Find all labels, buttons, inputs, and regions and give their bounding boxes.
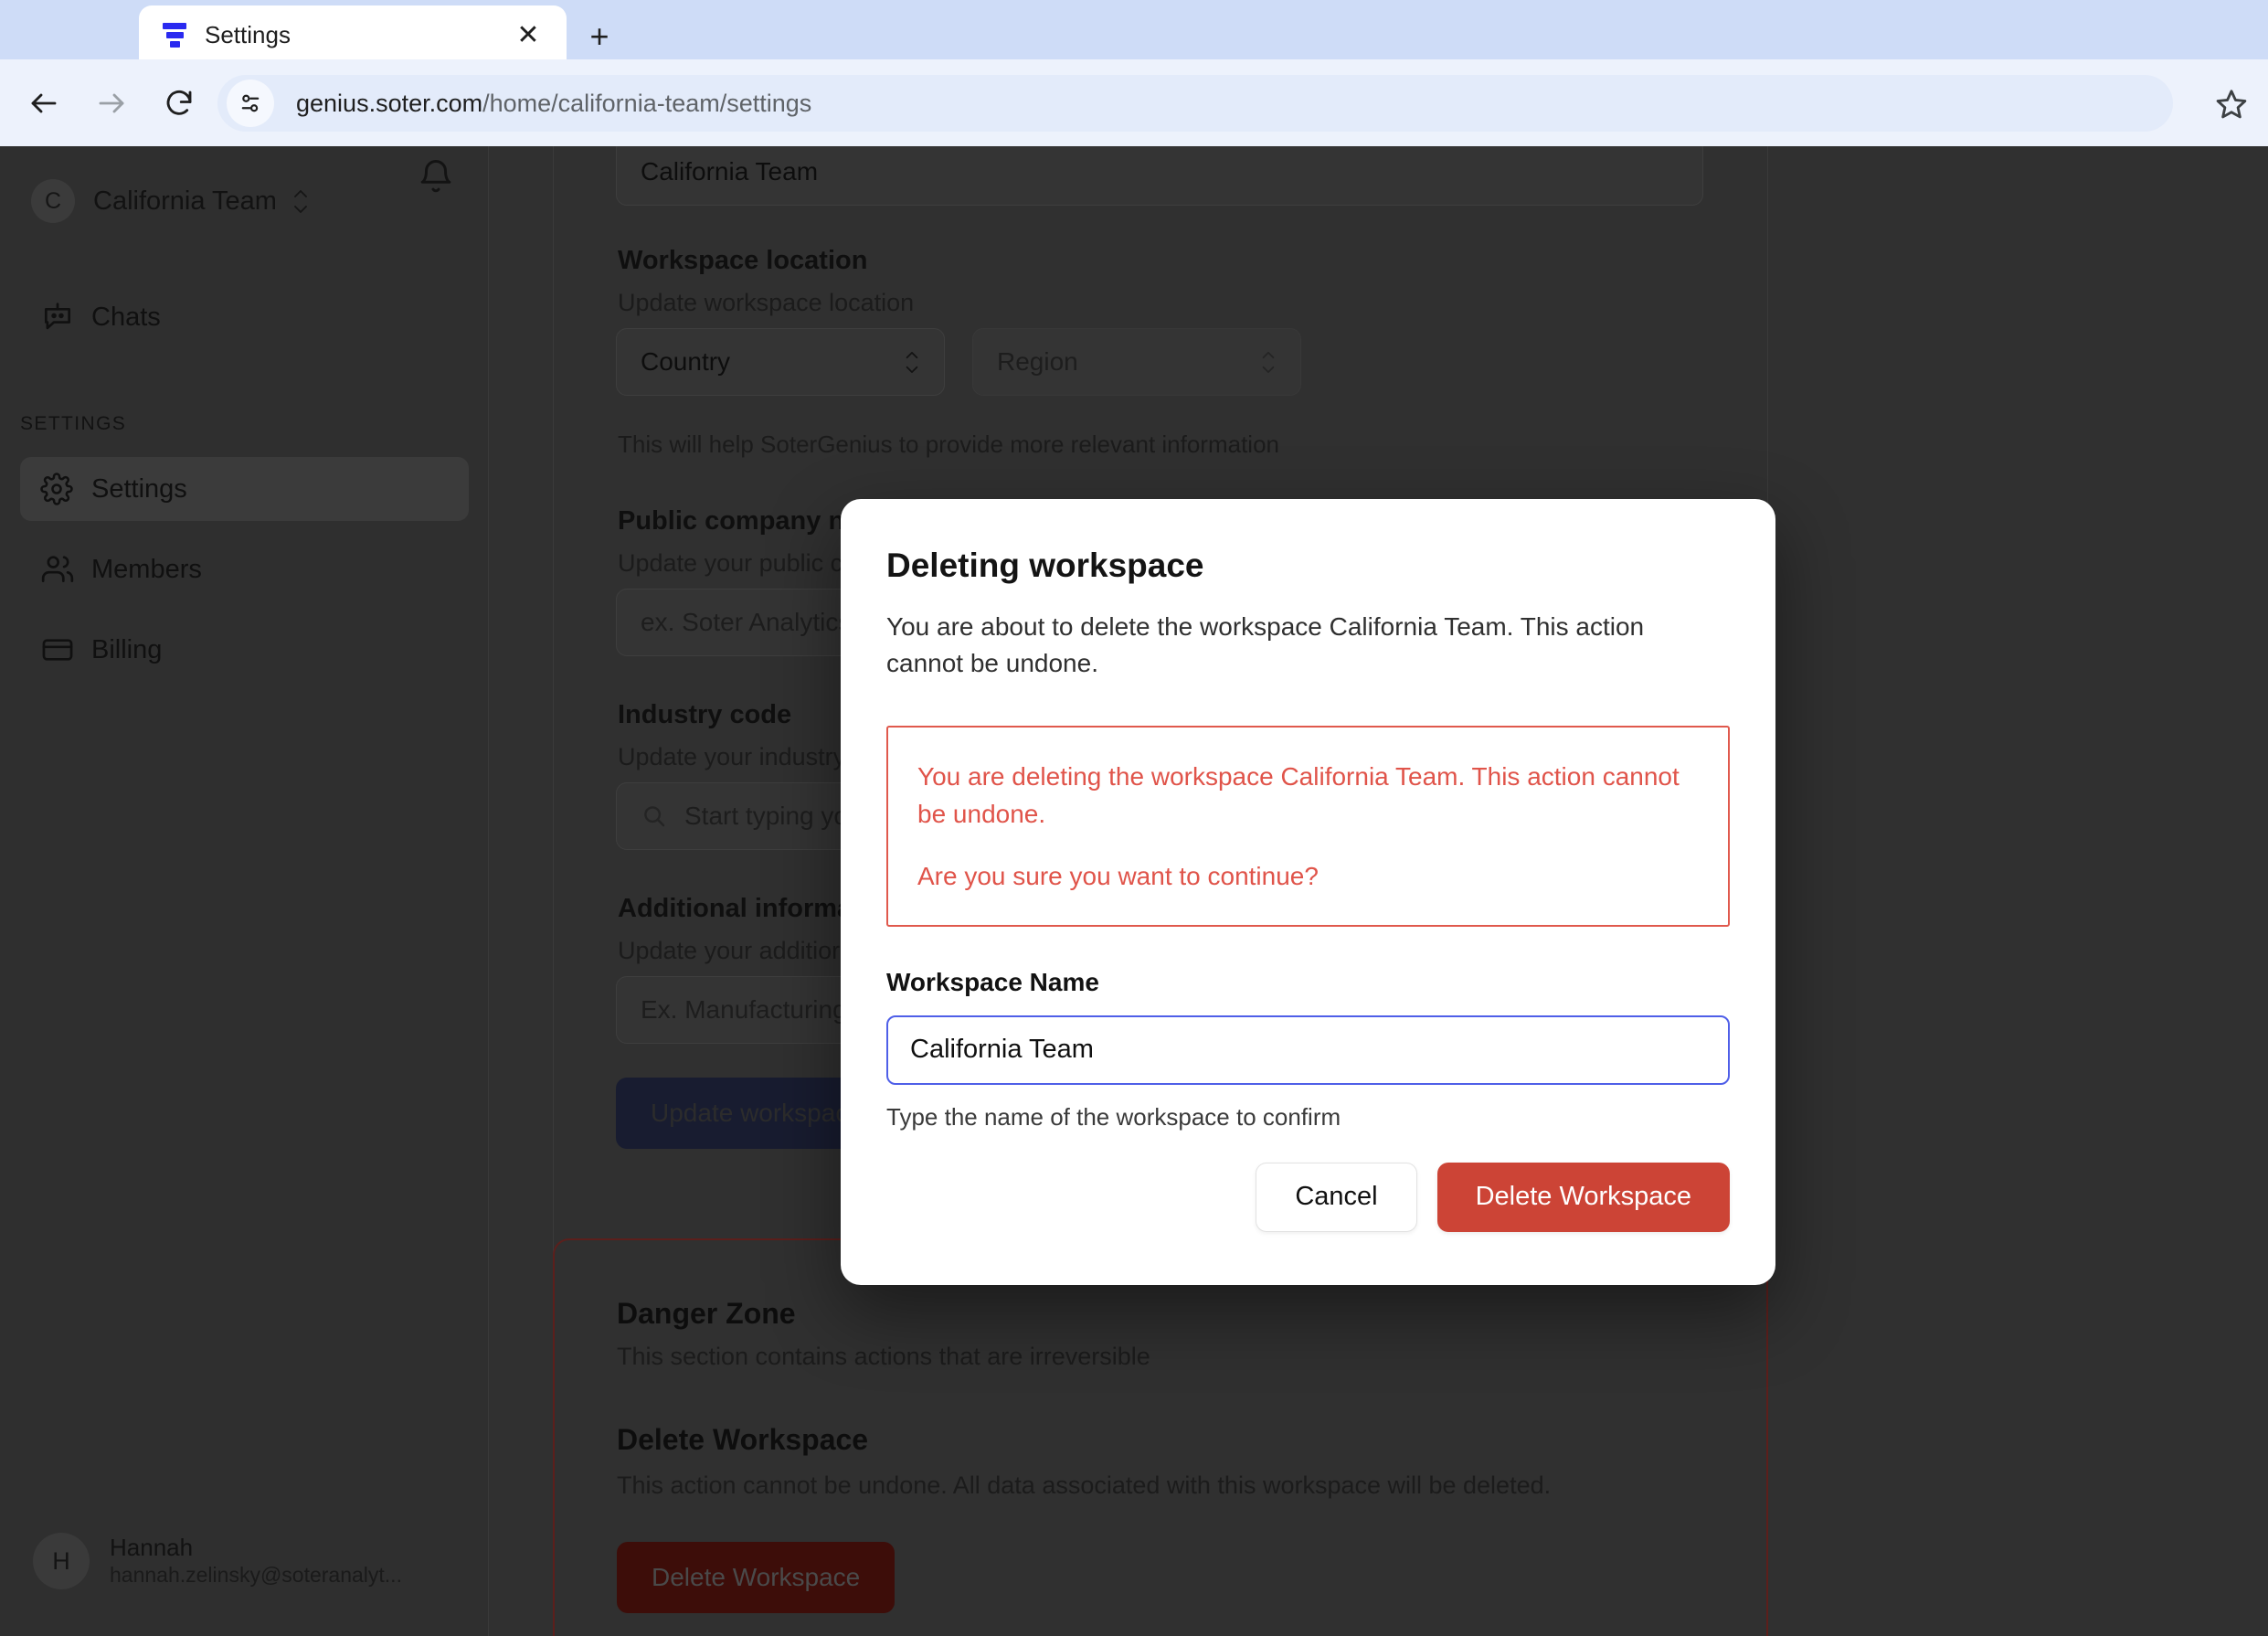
country-select-value: Country <box>641 347 731 376</box>
bell-icon[interactable] <box>417 158 455 201</box>
chevron-up-down-icon <box>1260 351 1277 374</box>
sidebar-settings-nav: Settings Members Billing <box>0 457 489 682</box>
browser-tab-settings[interactable]: Settings ✕ <box>139 5 567 65</box>
user-name: Hannah <box>110 1533 194 1561</box>
delete-workspace-modal: Deleting workspace You are about to dele… <box>841 499 1775 1285</box>
user-meta: Hannah hannah.zelinsky@soteranalyt... <box>110 1533 402 1589</box>
alert-line-2: Are you sure you want to continue? <box>917 862 1319 891</box>
sidebar-item-label: Billing <box>91 634 163 664</box>
public-company-name-desc: Update your public c <box>618 549 843 577</box>
workspace-name: California Team <box>93 186 277 216</box>
sidebar-section-settings: SETTINGS <box>20 413 127 434</box>
url-host: genius.soter.com <box>296 89 483 117</box>
chevron-up-down-icon <box>904 351 920 374</box>
region-select-value: Region <box>997 347 1078 376</box>
sidebar-nav: Chats <box>0 285 489 349</box>
new-tab-button[interactable]: + <box>578 15 621 58</box>
users-icon <box>40 552 77 587</box>
avatar: H <box>33 1533 90 1589</box>
tab-title: Settings <box>205 21 291 48</box>
sidebar-item-members[interactable]: Members <box>20 537 469 601</box>
workspace-name-field-help: Type the name of the workspace to confir… <box>886 1102 1341 1131</box>
search-icon <box>641 802 668 830</box>
industry-code-desc: Update your industry <box>618 743 846 770</box>
sidebar-item-label: Settings <box>91 473 187 504</box>
credit-card-icon <box>40 632 77 667</box>
reload-icon[interactable] <box>152 76 207 131</box>
sidebar-item-chats[interactable]: Chats <box>20 285 469 349</box>
user-profile[interactable]: H Hannah hannah.zelinsky@soteranalyt... <box>0 1517 489 1605</box>
app-root: C California Team Chats SETTINGS Setting… <box>0 146 2268 1636</box>
country-select[interactable]: Country <box>616 328 945 396</box>
workspace-location-help: This will help SoterGenius to provide mo… <box>618 430 1280 458</box>
workspace-avatar: C <box>31 179 75 223</box>
workspace-location-label: Workspace location <box>618 246 868 275</box>
alert-line-1: You are deleting the workspace Californi… <box>917 762 1680 828</box>
delete-workspace-desc: This action cannot be undone. All data a… <box>617 1471 1552 1499</box>
region-select[interactable]: Region <box>972 328 1301 396</box>
forward-arrow-icon[interactable] <box>84 76 139 131</box>
address-bar[interactable]: genius.soter.com/home/california-team/se… <box>217 75 2173 132</box>
browser-chrome: Settings ✕ + genius.soter.com/home/calif… <box>0 0 2268 146</box>
confirm-delete-workspace-button[interactable]: Delete Workspace <box>1436 1162 1730 1232</box>
danger-zone-subtitle: This section contains actions that are i… <box>617 1343 1150 1370</box>
chat-bot-icon <box>40 300 77 335</box>
back-arrow-icon[interactable] <box>16 76 71 131</box>
user-email: hannah.zelinsky@soteranalyt... <box>110 1563 402 1588</box>
sidebar: C California Team Chats SETTINGS Setting… <box>0 146 489 1636</box>
gear-icon <box>40 473 77 505</box>
star-icon[interactable] <box>2211 84 2252 124</box>
site-settings-icon[interactable] <box>227 80 274 127</box>
url-path: /home/california-team/settings <box>482 89 812 117</box>
funnel-icon <box>159 20 190 51</box>
delete-workspace-title: Delete Workspace <box>617 1423 869 1456</box>
workspace-location-desc: Update workspace location <box>618 289 915 316</box>
public-company-name-label: Public company nan <box>618 506 875 536</box>
sidebar-item-settings[interactable]: Settings <box>20 457 469 521</box>
cancel-button[interactable]: Cancel <box>1256 1162 1417 1232</box>
tab-strip: Settings ✕ + <box>0 0 2268 65</box>
url-text: genius.soter.com/home/california-team/se… <box>296 90 811 118</box>
sidebar-item-billing[interactable]: Billing <box>20 618 469 682</box>
workspace-switcher[interactable]: C California Team <box>0 169 489 233</box>
modal-title: Deleting workspace <box>886 547 1204 584</box>
industry-code-placeholder: Start typing yo <box>684 802 848 830</box>
workspace-name-field-label: Workspace Name <box>886 967 1099 996</box>
browser-toolbar: genius.soter.com/home/california-team/se… <box>0 59 2268 146</box>
danger-alert: You are deleting the workspace Californi… <box>886 726 1730 927</box>
close-icon[interactable]: ✕ <box>510 17 546 54</box>
delete-workspace-button[interactable]: Delete Workspace <box>617 1542 896 1613</box>
modal-actions: Cancel Delete Workspace <box>886 1162 1730 1232</box>
sidebar-item-label: Chats <box>91 302 161 332</box>
danger-zone-card: Danger Zone This section contains action… <box>553 1238 1768 1636</box>
industry-code-label: Industry code <box>618 700 792 729</box>
sidebar-item-label: Members <box>91 554 202 584</box>
modal-description: You are about to delete the workspace Ca… <box>886 612 1645 678</box>
workspace-name-confirm-input[interactable]: California Team <box>886 1015 1730 1085</box>
chevron-up-down-icon <box>291 189 310 214</box>
workspace-name-input[interactable]: California Team <box>616 146 1703 206</box>
danger-zone-title: Danger Zone <box>617 1297 796 1330</box>
additional-information-desc: Update your additior <box>618 937 841 964</box>
